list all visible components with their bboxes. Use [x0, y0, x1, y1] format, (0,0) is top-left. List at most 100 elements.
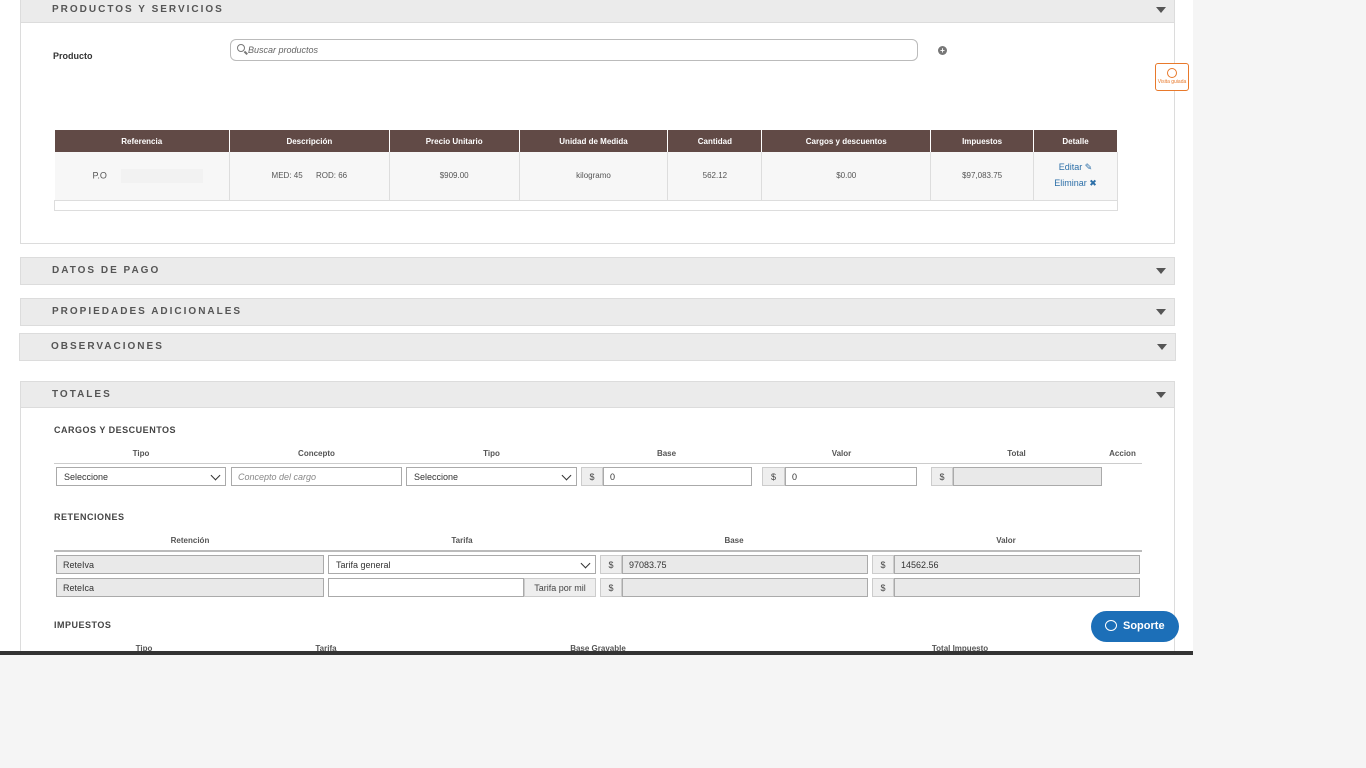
edit-link[interactable]: Editar ✎	[1034, 162, 1117, 173]
guide-icon	[1167, 68, 1177, 78]
col-tarifa: Tarifa	[451, 536, 473, 545]
currency-addon: $	[872, 578, 894, 597]
col-accion: Accion	[1109, 449, 1136, 458]
cell-impuestos: $97,083.75	[930, 152, 1035, 200]
caret-down-icon[interactable]	[1156, 7, 1166, 13]
delete-link[interactable]: Eliminar ✖	[1034, 178, 1117, 189]
reteica-name: ReteIca	[56, 578, 324, 597]
totales-header[interactable]: TOTALES	[21, 382, 1174, 408]
products-header-row: Referencia Descripción Precio Unitario U…	[54, 130, 1118, 152]
col-descripcion: Descripción	[229, 130, 390, 152]
propiedades-title: PROPIEDADES ADICIONALES	[52, 306, 243, 317]
producto-label: Producto	[53, 51, 93, 61]
guide-button[interactable]: Visita guiada	[1155, 63, 1189, 91]
referencia-value: P.O	[92, 170, 107, 181]
valor-input[interactable]: 0	[785, 467, 917, 486]
cell-detalle: Editar ✎ Eliminar ✖	[1033, 152, 1118, 200]
edit-label: Editar	[1058, 162, 1083, 173]
col-base: Base	[656, 449, 677, 458]
observaciones-title: OBSERVACIONES	[51, 341, 164, 352]
cargos-title: CARGOS Y DESCUENTOS	[54, 425, 177, 435]
observaciones-header[interactable]: OBSERVACIONES	[20, 334, 1175, 360]
table-row: P.O MED: 45 ROD: 66 $909.00 kilogramo 56…	[54, 152, 1118, 200]
reteiva-tarifa-value: Tarifa general	[336, 560, 391, 570]
caret-down-icon[interactable]	[1156, 392, 1166, 398]
currency-addon: $	[872, 555, 894, 574]
caret-down-icon[interactable]	[1156, 309, 1166, 315]
col-concepto: Concepto	[298, 449, 335, 458]
cargo-tipo2-value: Seleccione	[414, 472, 459, 482]
cargo-tipo2-select[interactable]: Seleccione	[406, 467, 577, 486]
add-product-icon[interactable]: +	[938, 46, 947, 55]
cell-descripcion: MED: 45 ROD: 66	[229, 152, 390, 200]
reteiva-name: ReteIva	[56, 555, 324, 574]
base-input[interactable]: 0	[603, 467, 752, 486]
col-retencion: Retención	[170, 536, 210, 545]
col-valor: Valor	[996, 536, 1016, 545]
chevron-down-icon	[561, 470, 572, 481]
col-total: Total	[1007, 449, 1026, 458]
divider	[54, 463, 1142, 464]
reteica-valor	[894, 578, 1140, 597]
cargo-tipo-value: Seleccione	[64, 472, 109, 482]
reteica-base	[622, 578, 868, 597]
search-placeholder: Buscar productos	[248, 45, 319, 55]
products-table: Referencia Descripción Precio Unitario U…	[54, 130, 1118, 211]
col-tipo: Tipo	[132, 449, 150, 458]
totales-panel: TOTALES	[20, 381, 1175, 655]
cell-unidad: kilogramo	[519, 152, 669, 200]
desc-med: MED: 45	[271, 171, 303, 181]
reteiva-tarifa-select[interactable]: Tarifa general	[328, 555, 596, 574]
edit-icon: ✎	[1084, 162, 1093, 173]
datos-pago-header[interactable]: DATOS DE PAGO	[21, 258, 1174, 284]
cargo-tipo-select[interactable]: Seleccione	[56, 467, 226, 486]
col-cantidad: Cantidad	[667, 130, 763, 152]
col-unidad: Unidad de Medida	[519, 130, 669, 152]
observaciones-panel[interactable]: OBSERVACIONES	[19, 333, 1176, 361]
bottom-bar	[0, 651, 1193, 655]
chevron-down-icon	[580, 558, 591, 569]
currency-addon: $	[581, 467, 603, 486]
col-referencia: Referencia	[54, 130, 230, 152]
col-precio: Precio Unitario	[389, 130, 520, 152]
currency-addon: $	[600, 555, 622, 574]
chevron-down-icon	[210, 470, 221, 481]
col-tipo-2: Tipo	[483, 449, 500, 458]
delete-label: Eliminar	[1054, 178, 1087, 189]
propiedades-panel[interactable]: PROPIEDADES ADICIONALES	[20, 298, 1175, 326]
currency-addon: $	[931, 467, 953, 486]
reteiva-valor: 14562.56	[894, 555, 1140, 574]
divider	[54, 550, 1142, 552]
product-search-input[interactable]: Buscar productos	[230, 39, 918, 61]
productos-header[interactable]: PRODUCTOS Y SERVICIOS	[21, 0, 1174, 23]
total-input	[953, 467, 1102, 486]
guide-label: Visita guiada	[1157, 79, 1187, 85]
chat-bubble-icon	[1105, 620, 1117, 631]
desc-rod: ROD: 66	[316, 171, 348, 181]
currency-addon: $	[762, 467, 785, 486]
invoice-form: PRODUCTOS Y SERVICIOS Producto Buscar pr…	[0, 0, 1193, 655]
productos-title: PRODUCTOS Y SERVICIOS	[52, 4, 224, 15]
totales-title: TOTALES	[52, 389, 112, 400]
close-icon: ✖	[1089, 178, 1097, 189]
col-valor: Valor	[831, 449, 852, 458]
tarifa-unit-addon: Tarifa por mil	[524, 578, 596, 597]
table-row-empty	[54, 199, 1118, 211]
datos-pago-panel[interactable]: DATOS DE PAGO	[20, 257, 1175, 285]
cell-cargos: $0.00	[761, 152, 932, 200]
reteica-tarifa-input[interactable]	[328, 578, 524, 597]
col-detalle: Detalle	[1033, 130, 1118, 152]
redacted-block	[121, 168, 204, 183]
support-button[interactable]: Soporte	[1091, 611, 1179, 642]
caret-down-icon[interactable]	[1156, 268, 1166, 274]
cell-cantidad: 562.12	[667, 152, 763, 200]
currency-addon: $	[600, 578, 622, 597]
propiedades-header[interactable]: PROPIEDADES ADICIONALES	[21, 299, 1174, 325]
impuestos-title: IMPUESTOS	[54, 620, 112, 630]
concepto-input[interactable]: Concepto del cargo	[231, 467, 402, 486]
col-impuestos: Impuestos	[930, 130, 1035, 152]
cell-referencia: P.O	[54, 152, 230, 200]
caret-down-icon[interactable]	[1157, 344, 1167, 350]
search-icon	[237, 44, 245, 52]
retenciones-title: RETENCIONES	[54, 512, 125, 522]
